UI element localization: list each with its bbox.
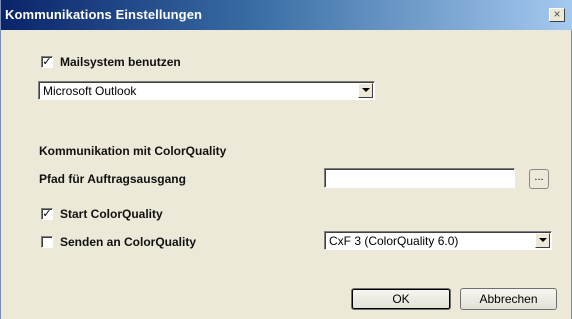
send-colorquality-checkbox[interactable] [41, 236, 53, 248]
check-icon: ✓ [42, 208, 52, 220]
close-button[interactable]: × [549, 8, 565, 22]
check-icon: ✓ [42, 56, 52, 68]
browse-label: ... [534, 171, 544, 183]
cancel-label: Abbrechen [479, 292, 538, 306]
title-bar[interactable]: Kommunikations Einstellungen × [1, 0, 572, 30]
send-colorquality-label: Senden an ColorQuality [60, 235, 197, 249]
close-icon: × [553, 7, 561, 21]
cancel-button[interactable]: Abbrechen [460, 288, 557, 310]
format-select[interactable]: CxF 3 (ColorQuality 6.0) [324, 231, 552, 250]
chevron-down-icon[interactable] [358, 83, 373, 98]
mail-client-value: Microsoft Outlook [43, 84, 137, 98]
output-path-input[interactable] [324, 168, 515, 188]
chevron-down-icon[interactable] [535, 233, 550, 248]
start-colorquality-checkbox[interactable]: ✓ [41, 208, 53, 220]
start-colorquality-label: Start ColorQuality [60, 207, 163, 221]
window-title: Kommunikations Einstellungen [5, 7, 203, 22]
mail-client-select[interactable]: Microsoft Outlook [38, 81, 375, 100]
mailsystem-checkbox[interactable]: ✓ [41, 56, 53, 68]
ok-label: OK [392, 292, 410, 306]
mailsystem-label: Mailsystem benutzen [60, 55, 181, 69]
colorquality-section-title: Kommunikation mit ColorQuality [39, 144, 227, 158]
dialog-window: Kommunikations Einstellungen × ✓ Mailsys… [0, 0, 572, 319]
ok-button[interactable]: OK [351, 288, 451, 310]
format-value: CxF 3 (ColorQuality 6.0) [329, 234, 459, 248]
browse-button[interactable]: ... [529, 169, 549, 189]
output-path-label: Pfad für Auftragsausgang [39, 172, 186, 186]
